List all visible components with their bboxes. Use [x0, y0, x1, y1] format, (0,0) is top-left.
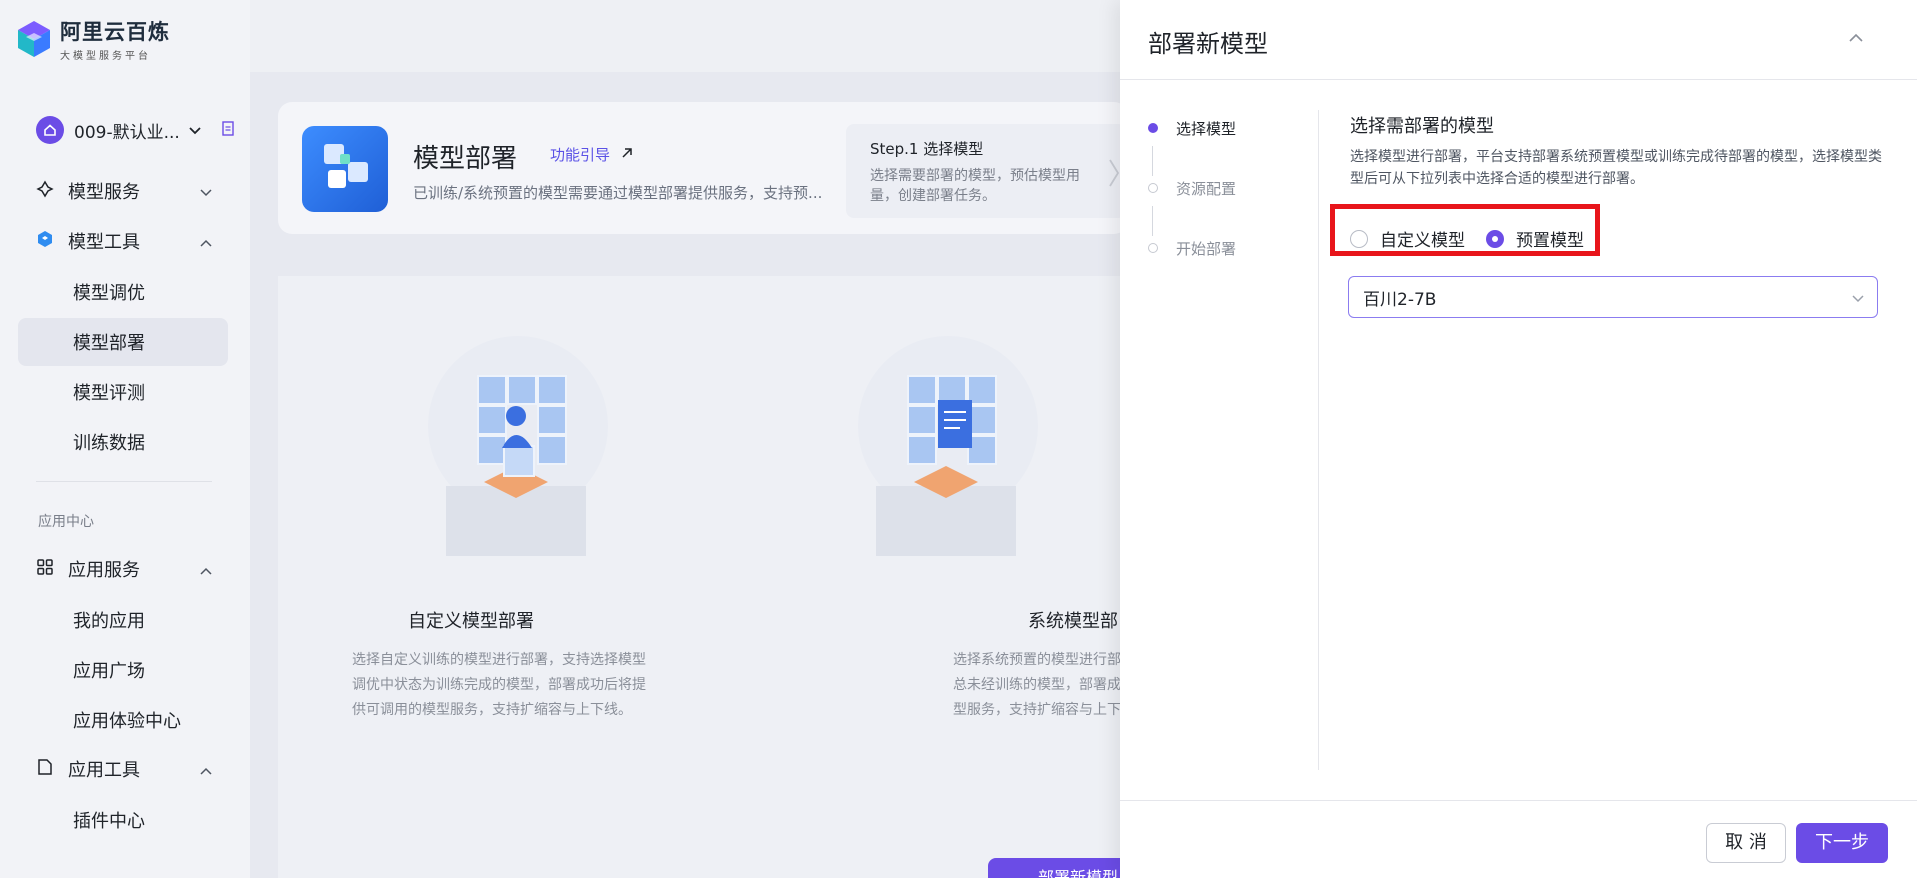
nav-item-my-apps[interactable]: 我的应用 [18, 596, 228, 644]
feature-guide-link[interactable]: 功能引导 [550, 144, 634, 165]
radio-custom-model[interactable]: 自定义模型 [1350, 226, 1465, 251]
selected-model: 百川2-7B [1363, 289, 1437, 310]
brand-subtitle: 大模型服务平台 [60, 51, 151, 62]
step-dot [1148, 183, 1158, 193]
nav-item-model-deploy[interactable]: 模型部署 [18, 318, 228, 366]
nav-model-service[interactable]: 模型服务 [36, 171, 212, 211]
system-model-illustration [838, 336, 1038, 560]
step-start-deploy[interactable]: 开始部署 [1148, 238, 1236, 298]
chevron-down-icon [1851, 289, 1865, 309]
radio-label: 自定义模型 [1380, 231, 1465, 251]
grid-icon [36, 558, 54, 581]
nav-item-app-experience[interactable]: 应用体验中心 [18, 696, 228, 744]
custom-deploy-desc: 选择自定义训练的模型进行部署，支持选择模型 调优中状态为训练完成的模型，部署成功… [352, 648, 692, 723]
nav-label: 模型服务 [68, 182, 140, 203]
chevron-up-icon [200, 759, 212, 780]
feature-guide-label: 功能引导 [550, 146, 611, 164]
desc-line: 选择自定义训练的模型进行部署，支持选择模型 [352, 652, 646, 668]
drawer-title: 部署新模型 [1148, 30, 1268, 58]
nav-item-model-eval[interactable]: 模型评测 [18, 368, 228, 416]
main-content: 模型部署 功能引导 已训练/系统预置的模型需要通过模型部署提供服务，支持预...… [250, 72, 1168, 878]
radio-label: 预置模型 [1516, 231, 1584, 251]
chevron-up-icon [200, 231, 212, 252]
cube-logo-icon [16, 19, 52, 59]
step-card-desc: 选择需要部署的模型，预估模型用量，创建部署任务。 [870, 168, 1080, 204]
nav-item-model-tuning[interactable]: 模型调优 [18, 268, 228, 316]
cancel-button[interactable]: 取 消 [1706, 823, 1786, 863]
nav-divider [36, 481, 212, 482]
form-description: 选择模型进行部署，平台支持部署系统预置模型或训练完成待部署的模型，选择模型类型后… [1350, 149, 1882, 187]
chevron-up-icon [200, 559, 212, 580]
document-icon[interactable] [222, 120, 234, 140]
sidebar: 阿里云百炼 大模型服务平台 009-默认业... 模型服务 模型工具 模型调优 … [0, 0, 250, 878]
step-resource-config[interactable]: 资源配置 [1148, 178, 1236, 238]
system-deploy-title: 系统模型部 [1028, 611, 1118, 632]
custom-deploy-title: 自定义模型部署 [408, 611, 534, 632]
stepper: 选择模型 资源配置 开始部署 [1148, 118, 1236, 298]
step-card-title: Step.1 选择模型 [870, 140, 984, 158]
page-description: 已训练/系统预置的模型需要通过模型部署提供服务，支持预... [413, 184, 823, 202]
deploy-options-panel: 自定义模型部署 选择自定义训练的模型进行部署，支持选择模型 调优中状态为训练完成… [278, 276, 1135, 878]
brand-title: 阿里云百炼 [60, 20, 170, 44]
drawer-header: 部署新模型 [1120, 0, 1917, 80]
nav-app-tools[interactable]: 应用工具 [36, 749, 212, 789]
desc-line: 调优中状态为训练完成的模型，部署成功后将提 [352, 677, 646, 693]
step-select-model[interactable]: 选择模型 [1148, 118, 1236, 178]
chevron-right-icon [1108, 158, 1120, 192]
radio-circle [1350, 229, 1368, 248]
step-dot [1148, 243, 1158, 253]
page-title: 模型部署 [413, 144, 518, 174]
step-label: 开始部署 [1176, 240, 1237, 258]
workspace-switcher[interactable]: 009-默认业... [36, 116, 236, 144]
model-tools-icon [36, 230, 54, 253]
nav-item-plugin-center[interactable]: 插件中心 [18, 796, 228, 844]
arrow-up-right-icon [620, 146, 634, 164]
nav-item-training-data[interactable]: 训练数据 [18, 418, 228, 466]
desc-line: 供可调用的模型服务，支持扩缩容与上下线。 [352, 702, 632, 718]
radio-circle-checked [1486, 229, 1504, 248]
home-icon [36, 116, 64, 144]
nav-label: 模型工具 [68, 232, 140, 253]
model-service-icon [36, 180, 54, 203]
radio-preset-model[interactable]: 预置模型 [1486, 226, 1584, 251]
step-connector [1152, 146, 1153, 176]
chevron-down-icon[interactable] [188, 121, 202, 140]
brand-logo[interactable]: 阿里云百炼 大模型服务平台 [16, 16, 170, 62]
chevron-up-icon[interactable] [1848, 28, 1864, 47]
nav-app-service[interactable]: 应用服务 [36, 549, 212, 589]
file-icon [36, 758, 54, 781]
step-label: 资源配置 [1176, 180, 1237, 198]
nav-model-tools[interactable]: 模型工具 [36, 221, 212, 261]
deploy-drawer: 部署新模型 选择模型 资源配置 开始部署 选择需部署的模型 选择模型进行部署，平… [1120, 0, 1917, 878]
nav-item-app-plaza[interactable]: 应用广场 [18, 646, 228, 694]
step-label: 选择模型 [1176, 120, 1237, 138]
custom-model-illustration [408, 336, 608, 560]
drawer-divider [1318, 110, 1319, 770]
step-connector [1152, 206, 1153, 236]
nav-label: 应用工具 [68, 760, 140, 781]
step-card: Step.1 选择模型 选择需要部署的模型，预估模型用量，创建部署任务。 [846, 124, 1126, 218]
model-deploy-icon [302, 126, 388, 212]
workspace-name: 009-默认业... [74, 122, 180, 143]
drawer-footer: 取 消 下一步 [1120, 800, 1917, 878]
chevron-down-icon [200, 181, 212, 202]
model-select[interactable]: 百川2-7B [1348, 276, 1878, 318]
nav-label: 应用服务 [68, 560, 140, 581]
nav-section-label: 应用中心 [38, 514, 94, 530]
form-title: 选择需部署的模型 [1350, 116, 1494, 137]
hero-banner: 模型部署 功能引导 已训练/系统预置的模型需要通过模型部署提供服务，支持预...… [278, 102, 1128, 234]
step-dot [1148, 123, 1158, 133]
next-button[interactable]: 下一步 [1796, 823, 1888, 863]
